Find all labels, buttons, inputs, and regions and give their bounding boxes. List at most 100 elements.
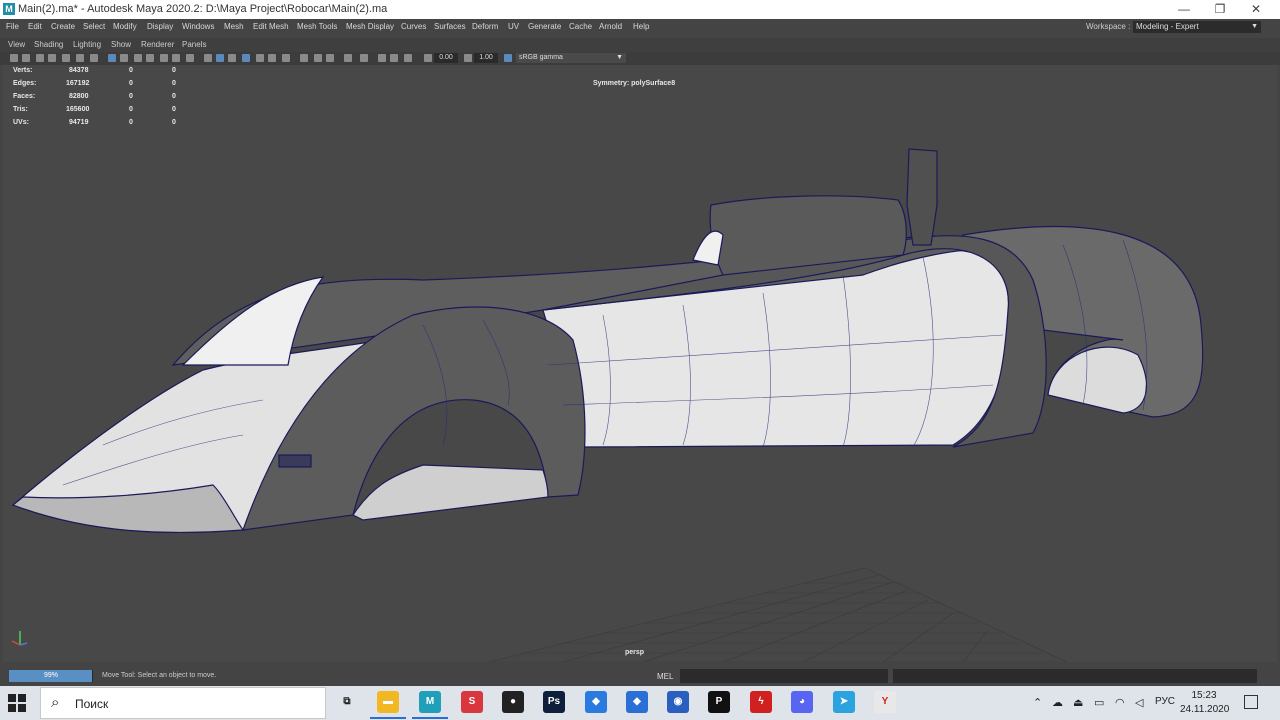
menu-arnold[interactable]: Arnold — [599, 22, 622, 31]
volume-icon[interactable]: ◁ — [1135, 696, 1143, 709]
panel-menu-shading[interactable]: Shading — [34, 40, 63, 49]
hud-value: 0 — [129, 106, 133, 113]
main-menu-bar: File Edit Create Select Modify Display W… — [0, 19, 1280, 36]
menu-file[interactable]: File — [6, 22, 19, 31]
menu-curves[interactable]: Curves — [401, 22, 426, 31]
restore-icon[interactable]: ❐ — [1202, 0, 1238, 19]
command-language-label[interactable]: MEL — [657, 672, 673, 681]
maya-icon[interactable]: M — [419, 691, 441, 713]
task-view-icon[interactable]: ⧉ — [336, 691, 358, 713]
menu-surfaces[interactable]: Surfaces — [434, 22, 466, 31]
menu-generate[interactable]: Generate — [528, 22, 561, 31]
hud-label: Tris: — [13, 106, 28, 113]
hud-value: 0 — [172, 80, 176, 87]
select-camera-icon[interactable] — [10, 54, 18, 62]
safe-action-icon[interactable] — [172, 54, 180, 62]
gamma-field[interactable]: 1.00 — [474, 53, 498, 63]
ambient-occlusion-icon[interactable] — [282, 54, 290, 62]
language-indicator[interactable]: РУС — [1155, 696, 1175, 707]
image-plane-icon[interactable] — [62, 54, 70, 62]
view-transform-select[interactable]: sRGB gamma ▼ — [516, 53, 626, 63]
yandex-icon[interactable]: Y — [874, 691, 896, 713]
xray-joints-icon[interactable] — [378, 54, 386, 62]
wireframe-icon[interactable] — [204, 54, 212, 62]
notifications-icon[interactable] — [1244, 695, 1258, 709]
xray-icon[interactable] — [360, 54, 368, 62]
telegram-icon[interactable]: ➤ — [833, 691, 855, 713]
wireframe-on-shaded-icon[interactable] — [228, 54, 236, 62]
camera-attributes-icon[interactable] — [36, 54, 44, 62]
menu-cache[interactable]: Cache — [569, 22, 592, 31]
backface-culling-icon[interactable] — [404, 54, 412, 62]
taskbar-search[interactable]: ⌕ Поиск — [40, 687, 326, 719]
exposure-field[interactable]: 0.00 — [434, 53, 458, 63]
panel-menu-panels[interactable]: Panels — [182, 40, 206, 49]
menu-modify[interactable]: Modify — [113, 22, 137, 31]
menu-create[interactable]: Create — [51, 22, 75, 31]
safe-title-icon[interactable] — [186, 54, 194, 62]
menu-mesh-display[interactable]: Mesh Display — [346, 22, 394, 31]
exposure-icon[interactable] — [424, 54, 432, 62]
robocar-model — [11, 148, 1204, 534]
discord-icon[interactable]: ◕ — [791, 691, 813, 713]
color-management-icon[interactable] — [504, 54, 512, 62]
bookmark-icon[interactable] — [48, 54, 56, 62]
menu-edit-mesh[interactable]: Edit Mesh — [253, 22, 289, 31]
help-line: 99% Move Tool: Select an object to move.… — [0, 667, 1280, 686]
close-icon[interactable]: ✕ — [1238, 0, 1274, 19]
substance-icon[interactable]: S — [461, 691, 483, 713]
workspace-select[interactable]: Modeling - Expert ▼ — [1133, 21, 1261, 33]
film-gate-icon[interactable] — [120, 54, 128, 62]
davinci-icon[interactable]: ● — [502, 691, 524, 713]
depth-of-field-icon[interactable] — [326, 54, 334, 62]
photoshop-icon[interactable]: Ps — [543, 691, 565, 713]
windows-start-icon[interactable] — [8, 694, 26, 712]
gamma-icon[interactable] — [464, 54, 472, 62]
chevron-up-icon[interactable]: ⌃ — [1033, 696, 1042, 709]
usb-icon[interactable]: ⏏ — [1073, 696, 1083, 709]
menu-deform[interactable]: Deform — [472, 22, 498, 31]
panel-menu-show[interactable]: Show — [111, 40, 131, 49]
hud-row-faces: Faces: 82800 0 0 — [13, 93, 193, 105]
battery-icon[interactable]: ▭ — [1094, 696, 1104, 709]
resolution-gate-icon[interactable] — [134, 54, 142, 62]
file-explorer-icon[interactable]: ▬ — [377, 691, 399, 713]
xray-components-icon[interactable] — [390, 54, 398, 62]
gate-mask-icon[interactable] — [146, 54, 154, 62]
motion-blur-icon[interactable] — [300, 54, 308, 62]
panel-menu-view[interactable]: View — [8, 40, 25, 49]
two-d-pan-icon[interactable] — [76, 54, 84, 62]
menu-mesh[interactable]: Mesh — [224, 22, 244, 31]
minimize-icon[interactable]: — — [1166, 0, 1202, 19]
mel-command-input[interactable] — [680, 669, 888, 683]
isolate-select-icon[interactable] — [344, 54, 352, 62]
app-blue2-icon[interactable]: ◆ — [626, 691, 648, 713]
textured-icon[interactable] — [242, 54, 250, 62]
shadows-icon[interactable] — [268, 54, 276, 62]
menu-uv[interactable]: UV — [508, 22, 519, 31]
menu-display[interactable]: Display — [147, 22, 173, 31]
menu-mesh-tools[interactable]: Mesh Tools — [297, 22, 337, 31]
field-chart-icon[interactable] — [160, 54, 168, 62]
search-p-icon[interactable]: P — [708, 691, 730, 713]
viewport-persp[interactable]: Verts: 84378 0 0 Edges: 167192 0 0 Faces… — [3, 65, 1277, 662]
smooth-shade-icon[interactable] — [216, 54, 224, 62]
anti-aliasing-icon[interactable] — [314, 54, 322, 62]
wifi-icon[interactable]: ◠ — [1115, 696, 1125, 709]
menu-select[interactable]: Select — [83, 22, 105, 31]
use-all-lights-icon[interactable] — [256, 54, 264, 62]
grid-icon[interactable] — [108, 54, 116, 62]
panel-menu-lighting[interactable]: Lighting — [73, 40, 101, 49]
clock[interactable]: 15:23 24.11.2020 — [1180, 689, 1229, 717]
app-blue-icon[interactable]: ◆ — [585, 691, 607, 713]
menu-help[interactable]: Help — [633, 22, 649, 31]
panel-menu-renderer[interactable]: Renderer — [141, 40, 174, 49]
gamepad-icon[interactable]: ◉ — [667, 691, 689, 713]
lock-camera-icon[interactable] — [22, 54, 30, 62]
cloud-icon[interactable]: ☁ — [1052, 696, 1063, 709]
lightning-icon[interactable]: ϟ — [750, 691, 772, 713]
menu-edit[interactable]: Edit — [28, 22, 42, 31]
menu-windows[interactable]: Windows — [182, 22, 214, 31]
symmetry-label: Symmetry: polySurface8 — [593, 80, 676, 87]
grease-pencil-icon[interactable] — [90, 54, 98, 62]
